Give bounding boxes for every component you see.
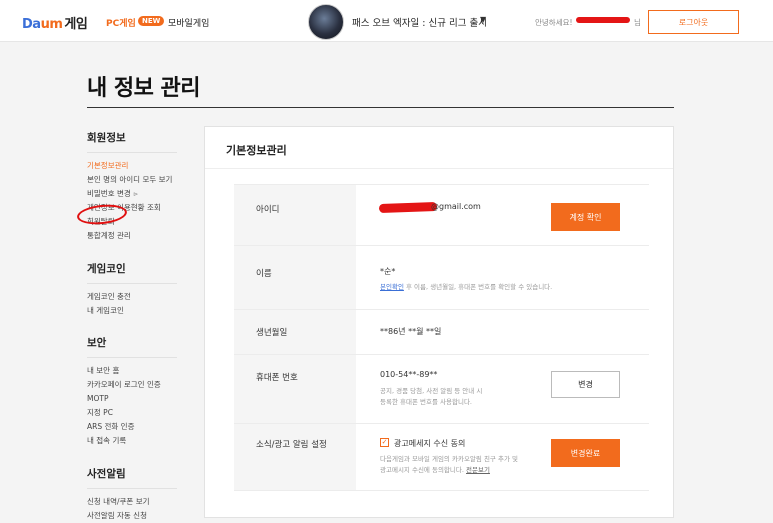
sidebar-heading: 게임코인 xyxy=(87,261,177,284)
ad-consent-checkbox[interactable]: ✓ xyxy=(380,438,389,447)
logo-brand: Da xyxy=(22,17,41,32)
greeting-suffix: 님 xyxy=(634,18,641,27)
sidebar-item-designated-pc[interactable]: 지정 PC xyxy=(87,406,177,420)
sidebar-item-auto-alert[interactable]: 사전알림 자동 신청 xyxy=(87,509,177,523)
redacted-email-mark xyxy=(378,201,438,214)
sidebar-group-game-coin: 게임코인 게임코인 충전 내 게임코인 xyxy=(87,261,177,318)
email-value: @gmail.com xyxy=(431,202,481,211)
change-phone-button[interactable]: 변경 xyxy=(551,371,620,398)
sidebar-heading: 회원정보 xyxy=(87,130,177,153)
sidebar-item-ars-auth[interactable]: ARS 전화 인증 xyxy=(87,420,177,434)
chevron-down-icon[interactable]: ▼ xyxy=(480,15,486,24)
row-label-phone: 휴대폰 번호 xyxy=(256,373,298,383)
sidebar-item-coin-charge[interactable]: 게임코인 충전 xyxy=(87,290,177,304)
sidebar-item-basic-info[interactable]: 기본정보관리 xyxy=(87,159,177,173)
sidebar-item-motp[interactable]: MOTP xyxy=(87,392,177,406)
ad-note-2: 광고메시지 수신에 동의합니다. 전문보기 xyxy=(380,466,490,474)
sidebar-item-security-home[interactable]: 내 보안 홈 xyxy=(87,364,177,378)
logout-button[interactable]: 로그아웃 xyxy=(648,10,739,34)
account-verify-button[interactable]: 계정 확인 xyxy=(551,203,620,231)
row-label-ad: 소식/광고 알림 설정 xyxy=(256,440,327,450)
nav-mobile-games[interactable]: 모바일게임 xyxy=(168,16,209,29)
daum-game-logo[interactable]: Daum 게임 xyxy=(22,13,88,32)
external-link-icon: ⊳ xyxy=(133,191,139,198)
banner-headline[interactable]: 패스 오브 엑자일 : 신규 리그 출시 xyxy=(352,15,487,29)
name-note: 본인확인 후 이름, 생년월일, 휴대폰 번호를 확인할 수 있습니다. xyxy=(380,283,553,291)
sidebar-heading: 사전알림 xyxy=(87,466,177,489)
page-title: 내 정보 관리 xyxy=(87,76,201,101)
nav-pc-games[interactable]: PC게임 xyxy=(106,16,136,29)
logo-brand-accent: um xyxy=(40,17,63,32)
sidebar-item-access-log[interactable]: 내 접속 기록 xyxy=(87,434,177,448)
table-row-ad-consent: 소식/광고 알림 설정 ✓ 광고메세지 수신 동의 다음게임과 모바일 게임의 … xyxy=(234,423,649,491)
row-label-id: 아이디 xyxy=(256,205,280,215)
phone-note-2: 등록한 휴대폰 번호를 사용합니다. xyxy=(380,398,472,406)
ad-note-1: 다음게임과 모바일 게임의 카카오알림 친구 추가 및 xyxy=(380,455,518,463)
basic-info-panel: 기본정보관리 아이디 @gmail.com 계정 확인 이름 *순* 본인확인 … xyxy=(204,126,674,518)
panel-title: 기본정보관리 xyxy=(226,144,287,157)
sidebar-item-change-password[interactable]: 비밀번호 변경 ⊳ xyxy=(87,187,177,201)
phone-value: 010-54**-89** xyxy=(380,370,438,379)
sidebar-item-integrated-account[interactable]: 통합계정 관리 xyxy=(87,229,177,243)
title-divider xyxy=(87,107,674,108)
sidebar-group-security: 보안 내 보안 홈 카카오페이 로그인 인증 MOTP 지정 PC ARS 전화… xyxy=(87,335,177,448)
sidebar-item-all-ids[interactable]: 본인 명의 아이디 모두 보기 xyxy=(87,173,177,187)
ad-consent-label[interactable]: 광고메세지 수신 동의 xyxy=(394,438,465,449)
row-label-name: 이름 xyxy=(256,269,272,279)
banner-game-thumbnail[interactable] xyxy=(308,4,344,40)
name-value: *순* xyxy=(380,267,396,276)
row-label-birth: 생년월일 xyxy=(256,328,288,338)
table-row-id: 아이디 @gmail.com 계정 확인 xyxy=(234,184,649,245)
table-row-name: 이름 *순* 본인확인 후 이름, 생년월일, 휴대폰 번호를 확인할 수 있습… xyxy=(234,245,649,309)
sidebar-item-kakaopay-auth[interactable]: 카카오페이 로그인 인증 xyxy=(87,378,177,392)
save-changes-button[interactable]: 변경완료 xyxy=(551,439,620,467)
panel-divider xyxy=(205,168,673,169)
sidebar-group-member-info: 회원정보 기본정보관리 본인 명의 아이디 모두 보기 비밀번호 변경 ⊳ 개인… xyxy=(87,130,177,243)
sidebar-group-pre-alert: 사전알림 신청 내역/쿠폰 보기 사전알림 자동 신청 xyxy=(87,466,177,523)
top-navigation-bar: Daum 게임 PC게임 NEW 모바일게임 패스 오브 엑자일 : 신규 리그 … xyxy=(0,0,773,42)
table-row-birth: 생년월일 **86년 **월 **일 xyxy=(234,309,649,354)
birth-value: **86년 **월 **일 xyxy=(380,327,442,336)
sidebar-item-coupon-history[interactable]: 신청 내역/쿠폰 보기 xyxy=(87,495,177,509)
logo-game-text: 게임 xyxy=(64,17,88,32)
identity-verify-link[interactable]: 본인확인 xyxy=(380,283,404,291)
greeting-text: 안녕하세요! xyxy=(535,18,573,27)
phone-note-1: 공지, 경품 당첨, 사전 알림 등 안내 시 xyxy=(380,387,483,395)
full-terms-link[interactable]: 전문보기 xyxy=(466,466,490,474)
redacted-username-mark xyxy=(576,17,630,23)
info-table: 아이디 @gmail.com 계정 확인 이름 *순* 본인확인 후 이름, 생… xyxy=(234,184,649,491)
sidebar-heading: 보안 xyxy=(87,335,177,358)
table-row-phone: 휴대폰 번호 010-54**-89** 공지, 경품 당첨, 사전 알림 등 … xyxy=(234,354,649,423)
new-badge: NEW xyxy=(138,16,165,26)
sidebar-item-my-coin[interactable]: 내 게임코인 xyxy=(87,304,177,318)
